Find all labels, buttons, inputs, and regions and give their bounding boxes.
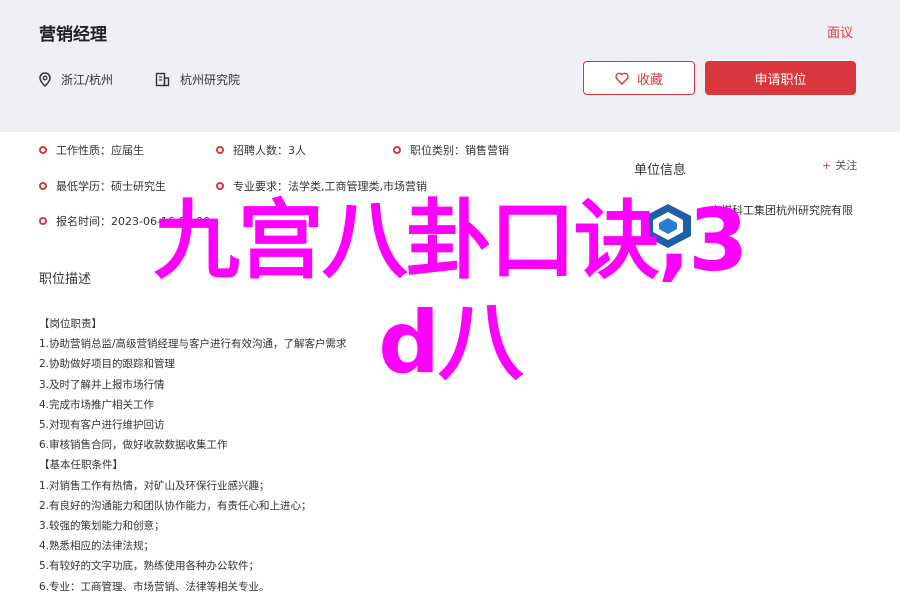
apply-button[interactable]: 申请职位	[705, 61, 856, 95]
location-meta: 浙江/杭州	[39, 71, 113, 88]
description-line: 5.有较好的文字功底，熟练使用各种办公软件；	[39, 560, 260, 573]
location-pin-icon	[39, 72, 51, 87]
overlay-watermark-text: 九宫八卦口诀,3 d八	[0, 190, 900, 394]
info-item-headcount: 招聘人数： 3人	[216, 142, 306, 158]
institute-text: 杭州研究院	[180, 73, 241, 87]
plus-icon: +	[822, 159, 832, 172]
info-value: 应届生	[111, 144, 144, 157]
description-line: 6.专业：工商管理、市场营销、法律等相关专业。	[39, 580, 270, 593]
building-icon	[155, 72, 170, 87]
info-label: 职位类别：	[410, 144, 465, 157]
company-info-title: 单位信息	[634, 163, 687, 178]
description-line: 3.较强的策划能力和创意；	[39, 520, 165, 533]
description-line: 5.对现有客户进行维护回访	[39, 419, 165, 432]
info-label: 工作性质：	[56, 144, 111, 157]
job-header: 营销经理 面议 浙江/杭州 杭州研究院 收藏 申请职位	[0, 0, 900, 132]
info-value: 销售营销	[465, 144, 509, 157]
bullet-icon	[39, 146, 47, 154]
follow-button[interactable]: + 关注	[822, 157, 857, 173]
salary-label: 面议	[827, 26, 854, 41]
bullet-icon	[393, 146, 401, 154]
description-line: 4.熟悉相应的法律法规；	[39, 540, 155, 553]
location-text: 浙江/杭州	[61, 73, 114, 87]
institute-meta: 杭州研究院	[155, 71, 240, 88]
info-item-category: 职位类别： 销售营销	[393, 142, 509, 158]
info-value: 3人	[288, 144, 306, 157]
description-line: 4.完成市场推广相关工作	[39, 398, 155, 411]
description-line: 6.审核销售合同，做好收款数据收集工作	[39, 439, 228, 452]
apply-label: 申请职位	[754, 72, 807, 88]
description-line: 【基本任职条件】	[39, 459, 123, 472]
follow-label: 关注	[835, 159, 858, 172]
overlay-line: 九宫八卦口诀,3	[153, 191, 749, 291]
info-label: 招聘人数：	[233, 144, 288, 157]
bullet-icon	[216, 182, 224, 190]
job-title: 营销经理	[39, 25, 107, 45]
description-line: 2.有良好的沟通能力和团队协作能力，有责任心和上进心；	[39, 499, 312, 512]
favorite-label: 收藏	[636, 72, 663, 88]
description-line: 1.对销售工作有热情，对矿山及环保行业感兴趣；	[39, 479, 270, 492]
heart-icon	[615, 72, 629, 85]
bullet-icon	[39, 182, 47, 190]
favorite-button[interactable]: 收藏	[583, 61, 695, 95]
info-item-nature: 工作性质： 应届生	[39, 142, 144, 158]
overlay-line: d八	[378, 293, 524, 393]
bullet-icon	[216, 146, 224, 154]
